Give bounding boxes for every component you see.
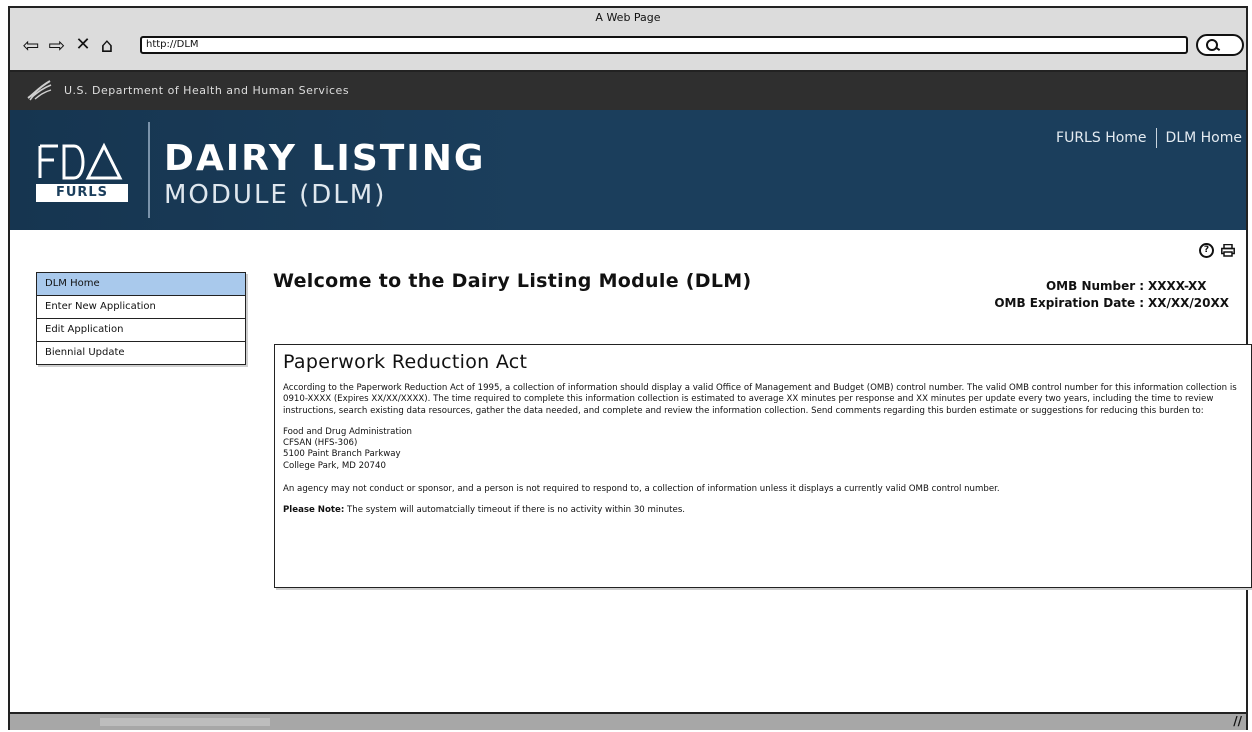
resize-grip-icon[interactable]: // — [1233, 714, 1242, 728]
link-divider — [1155, 128, 1157, 148]
sidebar-item-biennial-update[interactable]: Biennial Update — [37, 342, 245, 364]
browser-toolbar: A Web Page ⇦ ⇨ ✕ ⌂ http://DLM — [10, 8, 1246, 72]
address-line: CFSAN (HFS-306) — [283, 438, 358, 449]
omb-disclaimer: An agency may not conduct or sponsor, an… — [283, 484, 1000, 495]
search-icon — [1206, 39, 1218, 51]
header-divider — [148, 122, 150, 218]
url-field[interactable]: http://DLM — [140, 36, 1188, 54]
help-icon[interactable]: ? — [1199, 242, 1214, 258]
paperwork-reduction-panel: Paperwork Reduction Act According to the… — [274, 344, 1252, 588]
site-header: FURLS DAIRY LISTING MODULE (DLM) FURLS H… — [10, 110, 1246, 230]
utility-icons: ? — [1199, 242, 1236, 258]
omb-expiration-value: XX/XX/20XX — [1148, 296, 1229, 310]
address-line: College Park, MD 20740 — [283, 460, 386, 471]
dlm-home-link[interactable]: DLM Home — [1166, 130, 1242, 146]
note-label: Please Note: — [283, 505, 345, 516]
close-icon[interactable]: ✕ — [72, 34, 94, 56]
address-line: 5100 Paint Branch Parkway — [283, 449, 401, 460]
forward-icon[interactable]: ⇨ — [46, 34, 68, 56]
sidebar-item-edit-application[interactable]: Edit Application — [37, 319, 245, 342]
note-text: The system will automatcially timeout if… — [347, 505, 686, 516]
pra-paragraph: According to the Paperwork Reduction Act… — [283, 383, 1237, 416]
sidebar-item-dlm-home[interactable]: DLM Home — [37, 273, 245, 296]
omb-number-label: OMB Number — [1045, 279, 1136, 293]
window-title: A Web Page — [595, 11, 661, 24]
print-icon[interactable] — [1220, 242, 1236, 258]
fda-logo — [38, 142, 123, 180]
omb-info: OMB Number : XXXX-XX OMB Expiration Date… — [994, 278, 1234, 312]
home-icon[interactable]: ⌂ — [96, 34, 118, 56]
scrollbar-thumb[interactable] — [100, 718, 270, 726]
omb-number-value: XXXX-XX — [1148, 279, 1207, 293]
address-line: Food and Drug Administration — [283, 426, 412, 437]
panel-title: Paperwork Reduction Act — [283, 351, 528, 373]
hhs-bar: U.S. Department of Health and Human Serv… — [10, 72, 1246, 110]
furls-home-link[interactable]: FURLS Home — [1056, 130, 1147, 146]
mailing-address: Food and Drug Administration CFSAN (HFS-… — [283, 427, 1243, 472]
page-title: Welcome to the Dairy Listing Module (DLM… — [273, 270, 752, 292]
search-button[interactable] — [1196, 34, 1244, 56]
hhs-eagle-icon — [27, 80, 52, 101]
omb-expiration-label: OMB Expiration Date — [994, 296, 1136, 310]
timeout-note: Please Note: The system will automatcial… — [283, 505, 1243, 516]
back-icon[interactable]: ⇦ — [20, 34, 42, 56]
furls-badge: FURLS — [36, 184, 128, 202]
sidebar-nav: DLM Home Enter New Application Edit Appl… — [36, 272, 246, 365]
hhs-label: U.S. Department of Health and Human Serv… — [64, 84, 350, 97]
horizontal-scrollbar[interactable]: // — [10, 712, 1246, 730]
sidebar-item-enter-new-application[interactable]: Enter New Application — [37, 296, 245, 319]
app-subtitle: MODULE (DLM) — [164, 180, 387, 210]
header-links: FURLS Home DLM Home — [1056, 128, 1242, 148]
browser-window: A Web Page ⇦ ⇨ ✕ ⌂ http://DLM U.S. Depar… — [8, 6, 1252, 730]
app-title: DAIRY LISTING — [164, 138, 486, 179]
